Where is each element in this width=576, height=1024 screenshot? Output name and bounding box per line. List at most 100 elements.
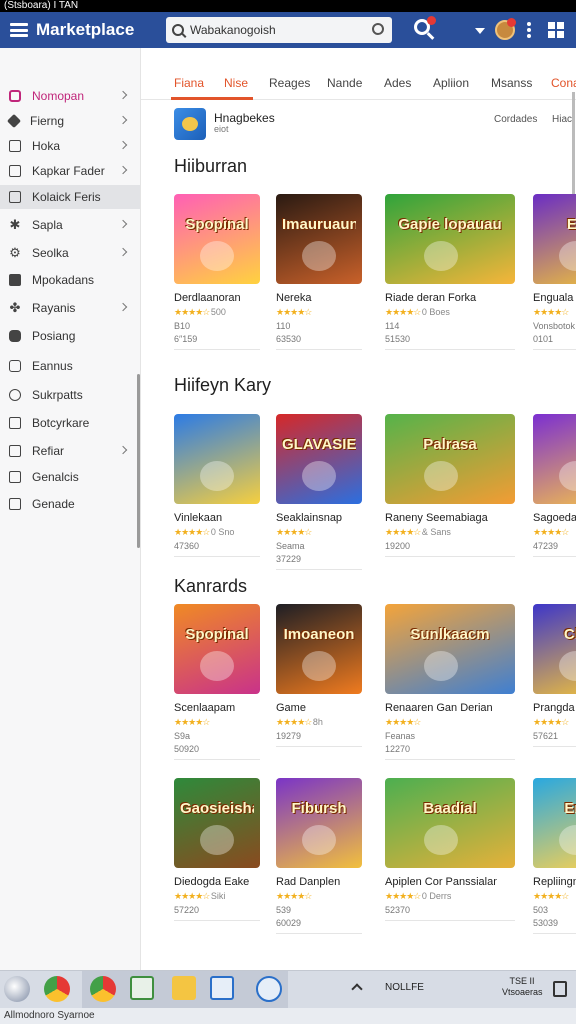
game-thumbnail[interactable] bbox=[174, 414, 260, 504]
game-card[interactable]: Em Repliingn ★★★★☆ 503 53039 bbox=[533, 778, 576, 934]
system-tray[interactable]: NOLLFE bbox=[385, 982, 424, 993]
sidebar-item-label: Genalcis bbox=[32, 470, 79, 484]
search-button[interactable] bbox=[414, 16, 436, 41]
game-card[interactable]: Baadial Apiplen Cor Panssialan ★★★★☆ 0 Der… bbox=[385, 778, 515, 921]
sidebar-item-kolaick-feris[interactable]: Kolaick Feris bbox=[0, 185, 140, 209]
game-card[interactable]: Spopinal Scenlaapam ★★★★☆ S9a 50920 bbox=[174, 604, 286, 760]
sidebar-item-mpokadans[interactable]: Mpokadans bbox=[0, 268, 140, 292]
featured-title[interactable]: Hnagbekes bbox=[214, 111, 275, 125]
apps-grid-icon[interactable] bbox=[548, 22, 564, 38]
game-title[interactable]: Derdlaanoran bbox=[174, 292, 286, 304]
game-card[interactable]: Gapie lopauau Riade deran Forka ★★★★☆ 0 Bo… bbox=[385, 194, 515, 350]
sidebar-item-genalcis[interactable]: Genalcis bbox=[0, 465, 140, 489]
game-title[interactable]: Renaaren Gan Derian bbox=[385, 702, 497, 714]
sidebar-item-posiang[interactable]: Posiang bbox=[0, 324, 140, 348]
clock[interactable]: TSE II Vtsoaeras bbox=[502, 976, 543, 998]
avatar[interactable] bbox=[495, 18, 516, 40]
sidebar-item-seolka[interactable]: ⚙ Seolka bbox=[0, 241, 140, 265]
browser-icon[interactable] bbox=[90, 976, 116, 1002]
game-title[interactable]: Prangda bbox=[533, 702, 576, 714]
game-thumbnail[interactable]: Imoaneon bbox=[276, 604, 362, 694]
game-title[interactable]: Raneny Seemabiaga bbox=[385, 512, 497, 524]
game-card[interactable]: Spopinal Derdlaanoran ★★★★☆ 500 B10 6″159 bbox=[174, 194, 286, 350]
notification-icon[interactable] bbox=[553, 981, 567, 997]
sidebar-item-rayanis[interactable]: ✤ Rayanis bbox=[0, 296, 140, 320]
chrome-icon[interactable] bbox=[44, 976, 70, 1002]
sidebar-scrollbar[interactable] bbox=[137, 374, 140, 548]
search-box[interactable] bbox=[166, 17, 392, 43]
featured-app-icon[interactable] bbox=[174, 108, 206, 140]
game-title[interactable]: Rad Danplen bbox=[276, 876, 388, 888]
sidebar-item-eannus[interactable]: Eannus bbox=[0, 354, 140, 378]
sidebar-item-kapkar-fader[interactable]: Kapkar Fader bbox=[0, 159, 140, 183]
game-title[interactable]: Nereka bbox=[276, 292, 388, 304]
game-thumbnail[interactable]: Gaosieisha bbox=[174, 778, 260, 868]
tab-fiana[interactable]: Fiana bbox=[174, 76, 204, 90]
game-thumbnail[interactable]: Palrasa bbox=[385, 414, 515, 504]
divider bbox=[533, 746, 576, 747]
game-card[interactable]: Ell Enguala ★★★★☆ Vonsbotok 0101 bbox=[533, 194, 576, 350]
game-thumbnail[interactable]: GLAVASIEK bbox=[276, 414, 362, 504]
chevron-up-icon[interactable] bbox=[351, 983, 363, 995]
spreadsheet-icon[interactable] bbox=[130, 976, 154, 1000]
game-thumbnail[interactable]: Fibursh bbox=[276, 778, 362, 868]
game-card[interactable]: Vinlekaan ★★★★☆ 0 Sno 47360 bbox=[174, 414, 286, 557]
tab-cona[interactable]: Cona bbox=[551, 76, 576, 90]
more-options-icon[interactable] bbox=[527, 22, 531, 38]
game-card[interactable]: Clo Prangda ★★★★☆ 57621 bbox=[533, 604, 576, 747]
sidebar-item-sukrpatts[interactable]: Sukrpatts bbox=[0, 383, 140, 407]
game-thumbnail[interactable]: Spopinal bbox=[174, 194, 260, 284]
game-thumbnail[interactable]: Sunlkaacm bbox=[385, 604, 515, 694]
game-thumbnail[interactable]: Imauruaun bbox=[276, 194, 362, 284]
start-icon[interactable] bbox=[4, 976, 30, 1002]
game-title[interactable]: Apiplen Cor Panssialan bbox=[385, 876, 497, 888]
game-thumbnail[interactable]: Clo bbox=[533, 604, 576, 694]
game-card[interactable]: Imoaneon Game ★★★★☆ 8h 19279 bbox=[276, 604, 388, 747]
game-title[interactable]: Game bbox=[276, 702, 388, 714]
game-thumbnail[interactable]: Ell bbox=[533, 194, 576, 284]
chevron-right-icon bbox=[118, 115, 128, 125]
search-input[interactable] bbox=[190, 23, 370, 37]
game-thumbnail[interactable]: Gapie lopauau bbox=[385, 194, 515, 284]
game-card[interactable]: GLAVASIEK Seaklainsnap ★★★★☆ Seama 37229 bbox=[276, 414, 388, 570]
store-icon[interactable] bbox=[210, 976, 234, 1000]
tab-apliion[interactable]: Apliion bbox=[433, 76, 469, 90]
menu-icon[interactable] bbox=[10, 23, 28, 37]
sidebar-item-sapla[interactable]: ✱ Sapla bbox=[0, 213, 140, 237]
game-card[interactable]: Palrasa Raneny Seemabiaga ★★★★☆ & Sans 1920… bbox=[385, 414, 515, 557]
game-title[interactable]: Repliingn bbox=[533, 876, 576, 888]
folder-icon[interactable] bbox=[172, 976, 196, 1000]
game-card[interactable]: Imauruaun Nereka ★★★★☆ 110 63530 bbox=[276, 194, 388, 350]
tab-reages[interactable]: Reages bbox=[269, 76, 310, 90]
tab-ades[interactable]: Ades bbox=[384, 76, 411, 90]
game-card[interactable]: Fibursh Rad Danplen ★★★★☆ 539 60029 bbox=[276, 778, 388, 934]
game-title[interactable]: Scenlaapam bbox=[174, 702, 286, 714]
featured-meta[interactable]: Cordades bbox=[494, 114, 537, 125]
game-thumbnail[interactable] bbox=[533, 414, 576, 504]
game-title[interactable]: Seaklainsnap bbox=[276, 512, 388, 524]
tab-msanss[interactable]: Msanss bbox=[491, 76, 532, 90]
tab-nande[interactable]: Nande bbox=[327, 76, 362, 90]
featured-meta-secondary[interactable]: Hiac bbox=[552, 114, 572, 125]
game-title[interactable]: Riade deran Forka bbox=[385, 292, 497, 304]
game-title[interactable]: Enguala bbox=[533, 292, 576, 304]
game-card[interactable]: Sagoeda ★★★★☆ 47239 bbox=[533, 414, 576, 557]
game-title[interactable]: Diedogda Eake bbox=[174, 876, 286, 888]
sidebar-item-hoka[interactable]: Hoka bbox=[0, 134, 140, 158]
sidebar-item-refiar[interactable]: Refiar bbox=[0, 439, 140, 463]
sidebar-item-nomopan[interactable]: Nomopan bbox=[0, 84, 140, 108]
game-thumbnail[interactable]: Baadial bbox=[385, 778, 515, 868]
voice-search-icon[interactable] bbox=[372, 23, 384, 35]
sidebar-item-fierng[interactable]: Fierng bbox=[0, 109, 140, 133]
edge-icon[interactable] bbox=[256, 976, 282, 1002]
game-thumbnail[interactable]: Em bbox=[533, 778, 576, 868]
game-thumbnail[interactable]: Spopinal bbox=[174, 604, 260, 694]
game-card[interactable]: Sunlkaacm Renaaren Gan Derian ★★★★☆ Feanas… bbox=[385, 604, 515, 760]
sidebar-item-genade[interactable]: Genade bbox=[0, 492, 140, 516]
dropdown-caret-icon[interactable] bbox=[475, 28, 485, 34]
game-card[interactable]: Gaosieisha Diedogda Eake ★★★★☆ Siki 57220 bbox=[174, 778, 286, 921]
game-title[interactable]: Sagoeda bbox=[533, 512, 576, 524]
game-title[interactable]: Vinlekaan bbox=[174, 512, 286, 524]
sidebar-item-botcyrkare[interactable]: Botcyrkare bbox=[0, 411, 140, 435]
tab-nise[interactable]: Nise bbox=[224, 76, 248, 90]
